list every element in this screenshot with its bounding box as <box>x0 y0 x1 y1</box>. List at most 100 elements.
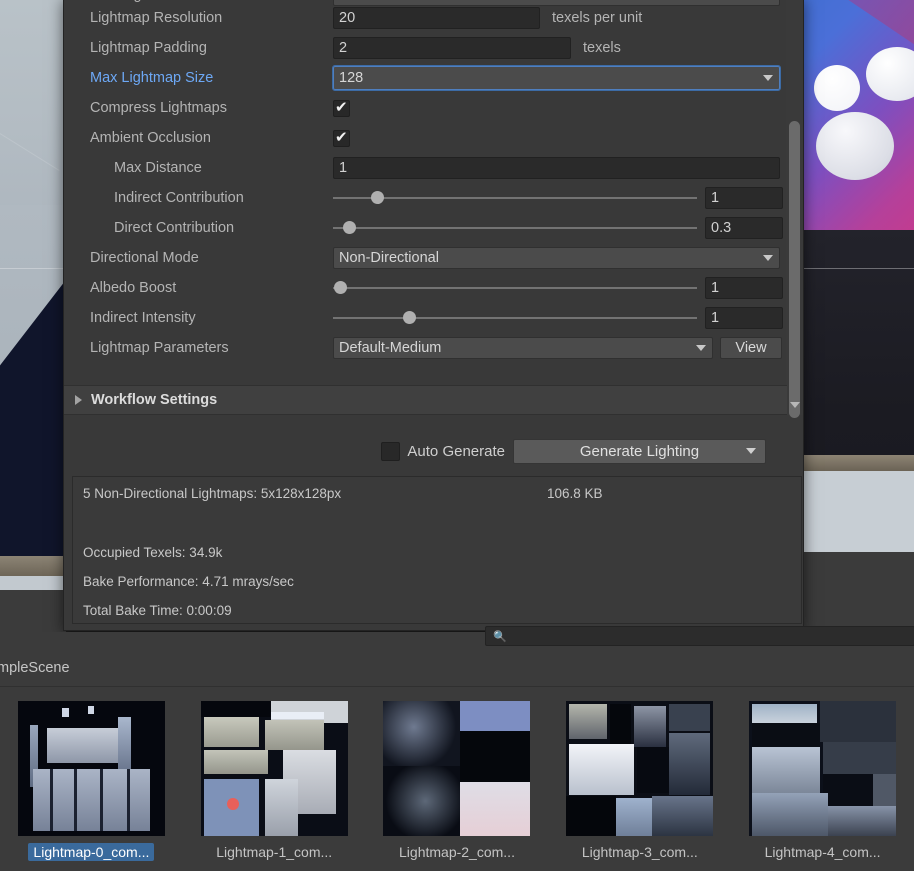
asset-item[interactable]: Lightmap-0_com... <box>0 692 183 871</box>
dropdown-lightmap-parameters-value: Default-Medium <box>339 340 442 356</box>
label-max-lightmap-size: Max Lightmap Size <box>90 70 214 86</box>
property-row-direct-contribution: Direct Contribution 0.3 <box>64 213 787 243</box>
input-lightmap-padding-value: 2 <box>339 40 348 56</box>
breadcrumb: mpleScene <box>0 650 914 686</box>
asset-label[interactable]: Lightmap-4_com... <box>760 843 886 861</box>
label-indirect-intensity: Indirect Intensity <box>90 310 196 326</box>
stat-total-bake-time: Total Bake Time: 0:00:09 <box>83 603 232 618</box>
property-row-albedo-boost: Albedo Boost 1 <box>64 273 787 303</box>
dropdown-directional-mode[interactable]: Non-Directional <box>333 247 780 269</box>
project-browser: 🔍 mpleScene Lightmap-0_com... Lightmap-1… <box>0 626 914 871</box>
label-lightmap-padding: Lightmap Padding <box>90 40 207 56</box>
asset-thumbnail[interactable] <box>749 701 897 836</box>
workflow-settings-title: Workflow Settings <box>91 392 218 408</box>
asset-item[interactable]: Lightmap-1_com... <box>183 692 366 871</box>
search-input[interactable]: 🔍 <box>485 626 914 646</box>
asset-grid: Lightmap-0_com... Lightmap-1_com... Ligh… <box>0 692 914 871</box>
slider-indirect-intensity[interactable] <box>333 308 697 328</box>
asset-label[interactable]: Lightmap-1_com... <box>211 843 337 861</box>
slider-indirect-contribution[interactable] <box>333 188 697 208</box>
slider-track <box>333 287 697 289</box>
property-row-lightmap-parameters: Lightmap Parameters Default-Medium View <box>64 333 787 363</box>
slider-handle[interactable] <box>370 191 384 204</box>
direct-contribution-value-text: 0.3 <box>711 220 732 236</box>
slider-direct-contribution[interactable] <box>333 218 697 238</box>
input-lightmap-resolution[interactable]: 20 <box>333 7 540 29</box>
scene-left-region <box>0 0 66 632</box>
label-lightmap-parameters: Lightmap Parameters <box>90 340 229 356</box>
label-albedo-boost: Albedo Boost <box>90 280 177 296</box>
breadcrumb-divider <box>0 686 914 687</box>
label-indirect-contribution: Indirect Contribution <box>114 190 244 206</box>
stat-occupied-texels: Occupied Texels: 34.9k <box>83 545 223 560</box>
property-row-indirect-intensity: Indirect Intensity 1 <box>64 303 787 333</box>
input-lightmap-padding[interactable]: 2 <box>333 37 571 59</box>
stat-size: 106.8 KB <box>547 486 603 501</box>
asset-item[interactable]: Lightmap-4_com... <box>731 692 914 871</box>
suffix-texels: texels <box>583 40 621 56</box>
foldout-workflow-settings[interactable]: Workflow Settings <box>64 385 787 415</box>
property-row-indirect-contribution: Indirect Contribution 1 <box>64 183 787 213</box>
chevron-down-icon[interactable] <box>746 448 756 454</box>
generate-lighting-row: Auto Generate Generate Lighting <box>64 431 787 471</box>
slider-handle[interactable] <box>334 281 348 294</box>
label-direct-contribution: Direct Contribution <box>114 220 235 236</box>
input-albedo-boost-value[interactable]: 1 <box>705 277 783 299</box>
chevron-down-icon <box>763 255 773 261</box>
slider-handle[interactable] <box>403 311 417 324</box>
property-row-lightmap-padding: Lightmap Padding 2 texels <box>64 33 787 63</box>
slider-handle[interactable] <box>343 221 357 234</box>
label-auto-generate: Auto Generate <box>407 442 505 460</box>
albedo-boost-value-text: 1 <box>711 280 720 296</box>
slider-albedo-boost[interactable] <box>333 278 697 298</box>
input-direct-contribution-value[interactable]: 0.3 <box>705 217 783 239</box>
asset-item[interactable]: Lightmap-2_com... <box>366 692 549 871</box>
checkbox-ambient-occlusion[interactable] <box>333 128 350 147</box>
dropdown-max-lightmap-size[interactable]: 128 <box>332 65 781 91</box>
dropdown-lightmap-parameters[interactable]: Default-Medium <box>333 337 713 359</box>
suffix-texels-per-unit: texels per unit <box>552 10 643 26</box>
dropdown-directional-mode-value: Non-Directional <box>339 250 439 266</box>
input-indirect-contribution-value[interactable]: 1 <box>705 187 783 209</box>
asset-item[interactable]: Lightmap-3_com... <box>548 692 731 871</box>
input-max-distance-value: 1 <box>339 160 348 176</box>
property-row-max-distance: Max Distance 1 <box>64 153 787 183</box>
breadcrumb-scene[interactable]: mpleScene <box>0 660 70 676</box>
label-directional-mode: Directional Mode <box>90 250 199 266</box>
asset-thumbnail[interactable] <box>383 701 531 836</box>
slider-track <box>333 227 697 229</box>
checkbox-auto-generate[interactable] <box>381 441 401 461</box>
slider-track <box>333 317 697 319</box>
property-row-directional-mode: Directional Mode Non-Directional <box>64 243 787 273</box>
slider-track <box>333 197 697 199</box>
label-compress-lightmaps: Compress Lightmaps <box>90 100 227 116</box>
input-indirect-intensity-value[interactable]: 1 <box>705 307 783 329</box>
indirect-contribution-value-text: 1 <box>711 190 720 206</box>
generate-lighting-button[interactable]: Generate Lighting <box>513 438 766 464</box>
view-lightmap-parameters-button[interactable]: View <box>720 337 782 359</box>
chevron-down-icon <box>696 345 706 351</box>
asset-thumbnail[interactable] <box>200 701 348 836</box>
search-icon: 🔍 <box>493 631 507 643</box>
scrollbar-thumb[interactable] <box>789 121 800 418</box>
scroll-down-icon[interactable] <box>790 402 800 408</box>
asset-label[interactable]: Lightmap-0_com... <box>28 843 155 861</box>
view-button-label: View <box>735 340 767 356</box>
lightmapping-settings-list: Filtering Auto Lightmap Resolution 20 te… <box>64 0 787 385</box>
stat-bake-performance: Bake Performance: 4.71 mrays/sec <box>83 574 294 589</box>
asset-label[interactable]: Lightmap-2_com... <box>394 843 520 861</box>
scene-right-region <box>804 0 914 632</box>
generate-lighting-label: Generate Lighting <box>579 442 700 460</box>
lighting-window: Filtering Auto Lightmap Resolution 20 te… <box>63 0 804 631</box>
properties-scrollbar[interactable] <box>786 0 803 418</box>
input-max-distance[interactable]: 1 <box>333 157 780 179</box>
asset-label[interactable]: Lightmap-3_com... <box>577 843 703 861</box>
asset-thumbnail[interactable] <box>566 701 714 836</box>
label-lightmap-resolution: Lightmap Resolution <box>90 10 223 26</box>
property-row-lightmap-resolution: Lightmap Resolution 20 texels per unit <box>64 3 787 33</box>
property-row-max-lightmap-size: Max Lightmap Size 128 <box>64 63 787 93</box>
property-row-ambient-occlusion: Ambient Occlusion <box>64 123 787 153</box>
unity-editor-screen: Filtering Auto Lightmap Resolution 20 te… <box>0 0 914 871</box>
asset-thumbnail[interactable] <box>17 701 165 836</box>
checkbox-compress-lightmaps[interactable] <box>333 98 350 117</box>
